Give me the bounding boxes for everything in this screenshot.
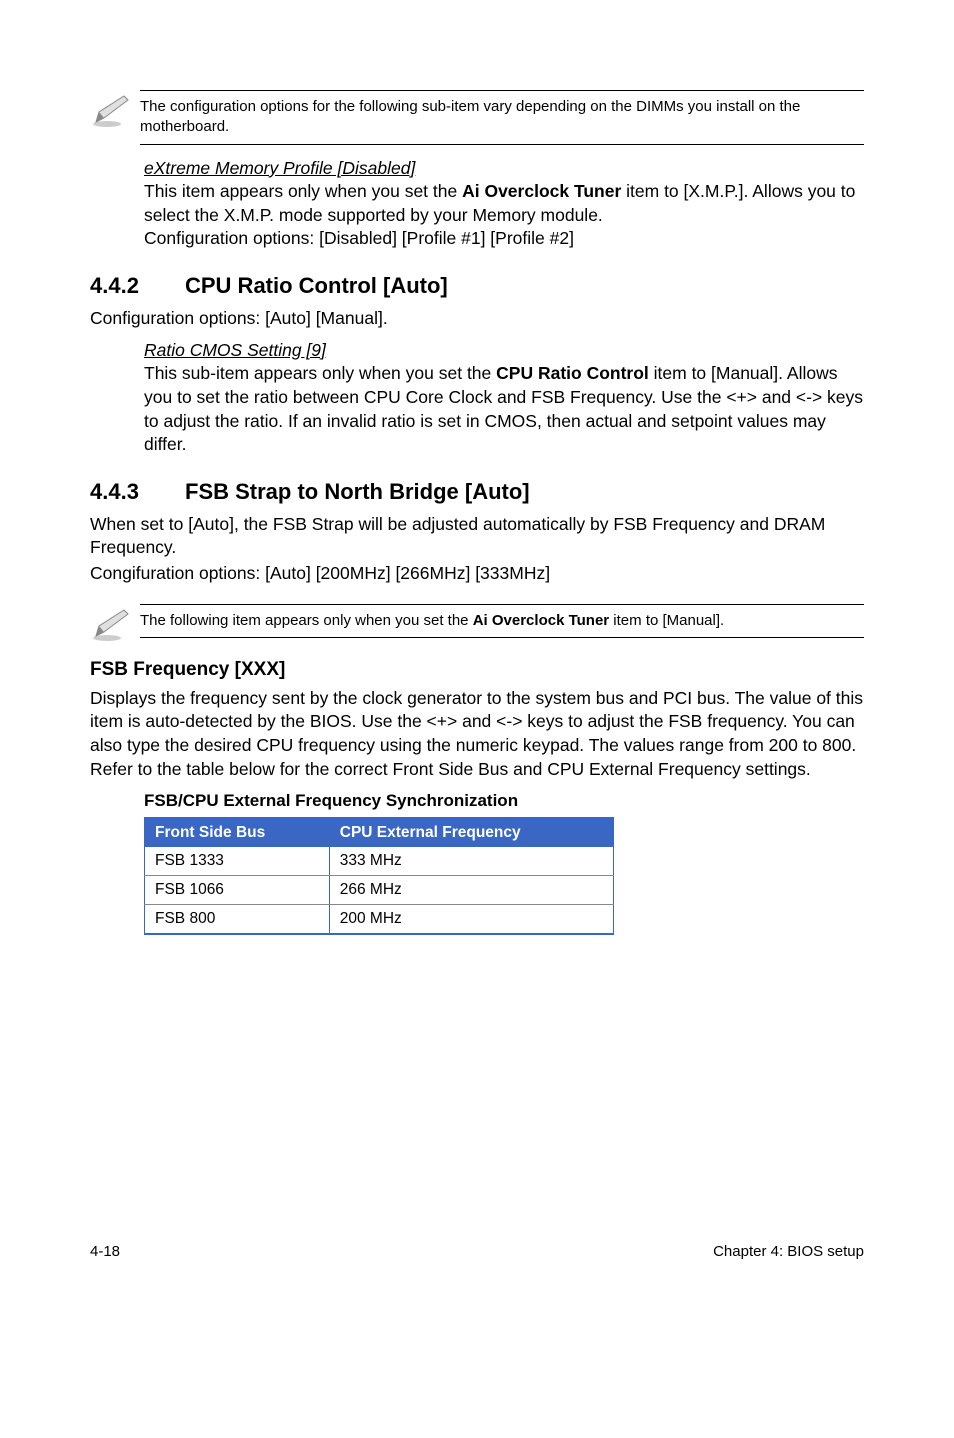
section-443-body2: Congifuration options: [Auto] [200MHz] [… bbox=[90, 562, 864, 586]
section-442-title: CPU Ratio Control [Auto] bbox=[185, 273, 448, 298]
xmp-opts: Configuration options: [Disabled] [Profi… bbox=[144, 227, 864, 251]
section-442-body: Configuration options: [Auto] [Manual]. bbox=[90, 307, 864, 331]
note-block-dimm: The configuration options for the follow… bbox=[90, 90, 864, 145]
section-443-num: 4.4.3 bbox=[90, 479, 185, 505]
note-text-overclock: The following item appears only when you… bbox=[140, 604, 864, 638]
table-cell: 266 MHz bbox=[329, 876, 613, 905]
footer-chapter: Chapter 4: BIOS setup bbox=[713, 1243, 864, 1260]
ratio-cmos-body-pre: This sub-item appears only when you set … bbox=[144, 363, 496, 383]
section-443-heading: 4.4.3FSB Strap to North Bridge [Auto] bbox=[90, 479, 864, 505]
ratio-cmos-body-bold: CPU Ratio Control bbox=[496, 363, 649, 383]
note-text-dimm: The configuration options for the follow… bbox=[140, 90, 864, 145]
xmp-body: This item appears only when you set the … bbox=[144, 180, 864, 227]
note2-bold: Ai Overclock Tuner bbox=[473, 612, 609, 629]
xmp-heading: eXtreme Memory Profile [Disabled] bbox=[144, 157, 864, 181]
xmp-body-pre: This item appears only when you set the bbox=[144, 181, 462, 201]
ratio-cmos-body: This sub-item appears only when you set … bbox=[144, 362, 864, 457]
table-cell: 200 MHz bbox=[329, 905, 613, 935]
pencil-note-icon bbox=[90, 90, 140, 133]
ratio-cmos-heading: Ratio CMOS Setting [9] bbox=[144, 339, 864, 363]
table-cell: 333 MHz bbox=[329, 847, 613, 876]
ratio-cmos-section: Ratio CMOS Setting [9] This sub-item app… bbox=[144, 339, 864, 457]
note-block-overclock: The following item appears only when you… bbox=[90, 604, 864, 647]
footer-page-number: 4-18 bbox=[90, 1243, 120, 1260]
table-caption: FSB/CPU External Frequency Synchronizati… bbox=[144, 791, 864, 811]
xmp-body-bold: Ai Overclock Tuner bbox=[462, 181, 621, 201]
section-442-heading: 4.4.2CPU Ratio Control [Auto] bbox=[90, 273, 864, 299]
page-footer: 4-18 Chapter 4: BIOS setup bbox=[90, 1243, 864, 1260]
table-cell: FSB 1066 bbox=[145, 876, 330, 905]
table-cell: FSB 800 bbox=[145, 905, 330, 935]
table-row: FSB 1066 266 MHz bbox=[145, 876, 614, 905]
note2-pre: The following item appears only when you… bbox=[140, 612, 473, 629]
freq-sync-table: Front Side Bus CPU External Frequency FS… bbox=[144, 817, 614, 935]
note2-post: item to [Manual]. bbox=[609, 612, 724, 629]
table-row: FSB 1333 333 MHz bbox=[145, 847, 614, 876]
fsb-freq-body: Displays the frequency sent by the clock… bbox=[90, 687, 864, 782]
table-header-fsb: Front Side Bus bbox=[145, 818, 330, 847]
table-cell: FSB 1333 bbox=[145, 847, 330, 876]
pencil-note-icon bbox=[90, 604, 140, 647]
section-442-num: 4.4.2 bbox=[90, 273, 185, 299]
section-443-title: FSB Strap to North Bridge [Auto] bbox=[185, 479, 530, 504]
section-443-body1: When set to [Auto], the FSB Strap will b… bbox=[90, 513, 864, 560]
xmp-section: eXtreme Memory Profile [Disabled] This i… bbox=[144, 157, 864, 252]
table-header-cpu: CPU External Frequency bbox=[329, 818, 613, 847]
table-header-row: Front Side Bus CPU External Frequency bbox=[145, 818, 614, 847]
table-row: FSB 800 200 MHz bbox=[145, 905, 614, 935]
fsb-freq-heading: FSB Frequency [XXX] bbox=[90, 659, 864, 681]
